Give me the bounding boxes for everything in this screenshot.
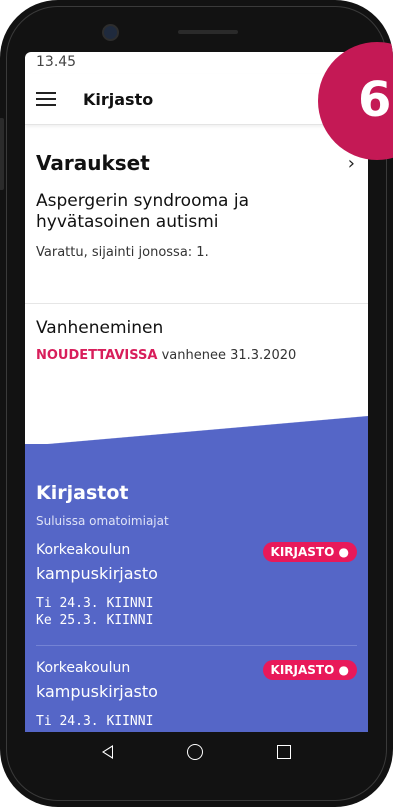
- app-bar: Kirjasto: [25, 74, 368, 125]
- library-name-line2: kampuskirjasto: [36, 682, 158, 701]
- libraries-title: Kirjastot: [36, 482, 129, 504]
- recent-apps-icon[interactable]: [277, 745, 291, 759]
- renewal-section: Vanheneminen NOUDETTAVISSA vanhenee 31.3…: [25, 318, 368, 363]
- side-button: [0, 118, 4, 190]
- back-icon[interactable]: [102, 745, 113, 759]
- status-time: 13.45: [36, 54, 77, 70]
- library-tag-button[interactable]: KIRJASTO ●: [262, 542, 357, 562]
- phone-frame: 13.45 Kirjasto Varaukset › Aspergerin sy…: [0, 0, 393, 807]
- library-hours: Ti 24.3. KIINNI: [36, 713, 357, 730]
- app-title: Kirjasto: [83, 89, 154, 109]
- badge-number: 6: [358, 72, 392, 128]
- panel-slant: [25, 416, 368, 446]
- hours-line: Ti 24.3. KIINNI: [36, 596, 154, 611]
- library-tag-label: KIRJASTO: [270, 663, 335, 677]
- location-pin-icon: ●: [338, 545, 349, 559]
- status-bar: 13.45: [25, 52, 368, 74]
- libraries-subtitle: Suluissa omatoimiajat: [36, 514, 169, 528]
- library-name-line2: kampuskirjasto: [36, 564, 158, 583]
- library-divider: [36, 645, 357, 646]
- library-hours: Ti 24.3. KIINNI Ke 25.3. KIINNI: [36, 595, 357, 629]
- library-item[interactable]: Korkeakoulun kampuskirjasto KIRJASTO ● T…: [25, 542, 368, 629]
- library-item[interactable]: Korkeakoulun kampuskirjasto KIRJASTO ● T…: [25, 660, 368, 730]
- library-tag-button[interactable]: KIRJASTO ●: [262, 660, 357, 680]
- renewal-title: Vanheneminen: [36, 318, 164, 338]
- reserved-book-title: Aspergerin syndrooma ja hyvätasoinen aut…: [36, 191, 249, 232]
- earpiece-speaker: [178, 30, 238, 34]
- reservations-section[interactable]: Varaukset › Aspergerin syndrooma ja hyvä…: [25, 151, 368, 260]
- reservation-status: Varattu, sijainti jonossa: 1.: [36, 245, 209, 260]
- hamburger-menu-icon[interactable]: [36, 92, 56, 106]
- android-nav-bar: [0, 732, 393, 772]
- pickup-available-label: NOUDETTAVISSA: [36, 348, 158, 363]
- expiry-text: vanhenee 31.3.2020: [157, 348, 297, 363]
- reservations-title: Varaukset: [36, 151, 150, 175]
- front-camera: [102, 24, 119, 41]
- location-pin-icon: ●: [338, 663, 349, 677]
- library-tag-label: KIRJASTO: [270, 545, 335, 559]
- home-icon[interactable]: [187, 744, 203, 760]
- hours-line: Ke 25.3. KIINNI: [36, 613, 154, 628]
- renewal-status: NOUDETTAVISSA vanhenee 31.3.2020: [36, 348, 357, 363]
- libraries-panel: Kirjastot Suluissa omatoimiajat Korkeako…: [25, 444, 368, 732]
- hours-line: Ti 24.3. KIINNI: [36, 714, 154, 729]
- section-divider: [25, 303, 368, 304]
- app-screen: 13.45 Kirjasto Varaukset › Aspergerin sy…: [25, 52, 368, 732]
